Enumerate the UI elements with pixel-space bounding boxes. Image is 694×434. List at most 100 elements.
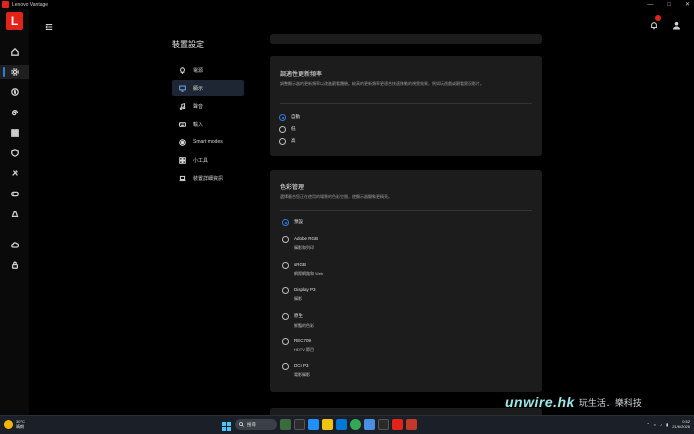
radio[interactable] bbox=[282, 338, 289, 345]
color-option-native[interactable]: 原生 鮮豔的色彩 bbox=[282, 313, 314, 329]
rail-home[interactable] bbox=[0, 45, 29, 59]
chrome-icon[interactable] bbox=[350, 419, 361, 430]
wifi-icon[interactable]: ≈ bbox=[654, 422, 656, 427]
taskbar-search[interactable]: 搜尋 bbox=[235, 419, 277, 430]
rail-spiral[interactable] bbox=[0, 106, 29, 120]
chevron-up-icon[interactable]: ⌃ bbox=[646, 422, 649, 427]
subnav-item-device-details[interactable]: 裝置詳細資訊 bbox=[172, 170, 244, 186]
subnav-item-audio[interactable]: 聲音 bbox=[172, 98, 244, 114]
rail-security[interactable] bbox=[0, 146, 29, 160]
rail-tools[interactable] bbox=[0, 166, 29, 180]
start-button[interactable] bbox=[221, 419, 232, 431]
option-label: REC709 bbox=[294, 338, 312, 343]
option-label: 低 bbox=[291, 126, 296, 131]
maximize-button[interactable]: □ bbox=[667, 2, 671, 8]
option-label: Display P3 bbox=[294, 287, 316, 292]
refresh-rate-title: 調適性更新頻率 bbox=[280, 72, 323, 78]
option-label: 預設 bbox=[294, 219, 303, 224]
option-sublabel: 網際網路和 Web bbox=[294, 271, 324, 276]
option-label: DCI P3 bbox=[294, 363, 309, 368]
previous-section-panel bbox=[270, 34, 542, 44]
subnav-item-power[interactable]: 電源 bbox=[172, 62, 244, 78]
option-sublabel: HDTV 節目 bbox=[294, 347, 314, 352]
refresh-option-low[interactable]: 低 bbox=[279, 126, 296, 133]
account-button[interactable] bbox=[672, 17, 681, 30]
subnav-item-widgets[interactable]: 小工具 bbox=[172, 152, 244, 168]
settings-app-icon[interactable] bbox=[378, 419, 389, 430]
taskbar-apps: 搜尋 bbox=[221, 419, 417, 431]
subnav-item-smart-modes[interactable]: Smart modes bbox=[172, 134, 244, 150]
refresh-option-high[interactable]: 高 bbox=[279, 138, 296, 145]
watermark-brand: unwire.hk bbox=[505, 394, 575, 410]
collapse-menu-button[interactable] bbox=[45, 18, 53, 30]
option-sublabel: 攝影和列印 bbox=[294, 245, 314, 250]
refresh-rate-desc: 調整顯示器的更新頻率以改進觀看體驗。較高的更新頻率更適合快速移動的視覺效果，例如… bbox=[280, 81, 484, 86]
window-title: Lenovo Vantage bbox=[12, 1, 49, 8]
notification-badge bbox=[655, 15, 661, 21]
battery-icon[interactable]: ▮ bbox=[666, 422, 668, 427]
clock-date: 21/6/2026 bbox=[672, 424, 690, 429]
radio[interactable] bbox=[282, 313, 289, 320]
spiral-icon bbox=[11, 109, 18, 116]
notification-button[interactable] bbox=[650, 15, 661, 30]
rail-apps[interactable] bbox=[0, 126, 29, 140]
color-option-dci-p3[interactable]: DCI P3 電影攝影 bbox=[282, 363, 310, 378]
color-management-title: 色彩管理 bbox=[280, 185, 305, 191]
monitor-icon bbox=[179, 85, 186, 92]
radio[interactable] bbox=[282, 287, 289, 294]
taskbar: 30°C 晴朗 搜尋 ⌃ ≈ ♪ ▮ 0:52 21/6/2026 bbox=[0, 415, 694, 434]
menu-icon bbox=[45, 24, 53, 30]
watermark: unwire.hk 玩生活．樂科技 bbox=[505, 394, 642, 410]
mail-icon[interactable] bbox=[364, 419, 375, 430]
radio[interactable] bbox=[282, 363, 289, 370]
subnav-item-display[interactable]: 顯示 bbox=[172, 80, 244, 96]
option-label: Adobe RGB bbox=[294, 236, 319, 241]
rail-lock[interactable] bbox=[0, 258, 29, 272]
radio[interactable] bbox=[282, 236, 289, 243]
subnav-label: 電源 bbox=[193, 67, 204, 74]
file-explorer-icon[interactable] bbox=[322, 419, 333, 430]
refresh-option-auto[interactable]: 自動 bbox=[279, 114, 300, 121]
option-sublabel: 攝影 bbox=[294, 296, 302, 301]
color-option-adobe-rgb[interactable]: Adobe RGB 攝影和列印 bbox=[282, 236, 318, 251]
task-view-icon[interactable] bbox=[294, 419, 305, 430]
window-controls: — □ ✕ bbox=[647, 0, 690, 9]
search-icon bbox=[239, 422, 244, 427]
copilot-icon[interactable] bbox=[280, 419, 291, 430]
radio-selected[interactable] bbox=[282, 219, 289, 226]
color-option-display-p3[interactable]: Display P3 攝影 bbox=[282, 287, 316, 302]
color-option-rec709[interactable]: REC709 HDTV 節目 bbox=[282, 338, 314, 353]
rail-gaming[interactable] bbox=[0, 187, 29, 201]
vantage-taskbar-icon[interactable] bbox=[392, 419, 403, 430]
radio-selected[interactable] bbox=[279, 114, 286, 121]
app-icon[interactable] bbox=[406, 419, 417, 430]
volume-icon[interactable]: ♪ bbox=[660, 422, 662, 427]
clock[interactable]: 0:52 21/6/2026 bbox=[672, 419, 690, 429]
radio[interactable] bbox=[279, 138, 286, 145]
rail-cloud[interactable] bbox=[0, 238, 29, 252]
store-icon[interactable] bbox=[336, 419, 347, 430]
lenovo-logo-icon[interactable]: L bbox=[6, 12, 23, 30]
page-title: 裝置設定 bbox=[172, 40, 204, 49]
option-sublabel: 電影攝影 bbox=[294, 372, 310, 377]
left-rail: L bbox=[0, 9, 29, 415]
color-option-srgb[interactable]: sRGB 網際網路和 Web bbox=[282, 262, 323, 277]
app-logo-icon bbox=[2, 1, 9, 8]
minimize-button[interactable]: — bbox=[647, 2, 653, 8]
color-option-default[interactable]: 預設 bbox=[282, 219, 303, 226]
subnav-label: Smart modes bbox=[193, 139, 223, 145]
subnav-label: 裝置詳細資訊 bbox=[193, 175, 224, 182]
radio[interactable] bbox=[282, 262, 289, 269]
close-button[interactable]: ✕ bbox=[685, 1, 690, 8]
radio[interactable] bbox=[279, 126, 286, 133]
edge-icon[interactable] bbox=[308, 419, 319, 430]
rail-shop[interactable] bbox=[0, 85, 29, 99]
rail-settings[interactable] bbox=[0, 65, 29, 79]
rail-device[interactable] bbox=[0, 207, 29, 221]
weather-widget[interactable]: 30°C 晴朗 bbox=[4, 419, 25, 429]
widget-icon bbox=[179, 156, 186, 164]
sun-icon bbox=[4, 419, 13, 429]
subnav-label: 顯示 bbox=[193, 85, 204, 92]
subnav-item-input[interactable]: 輸入 bbox=[172, 116, 244, 132]
color-management-desc: 選擇最合您正在使用的場景的色彩空間，使顯示器顯象更精亮。 bbox=[280, 194, 392, 199]
